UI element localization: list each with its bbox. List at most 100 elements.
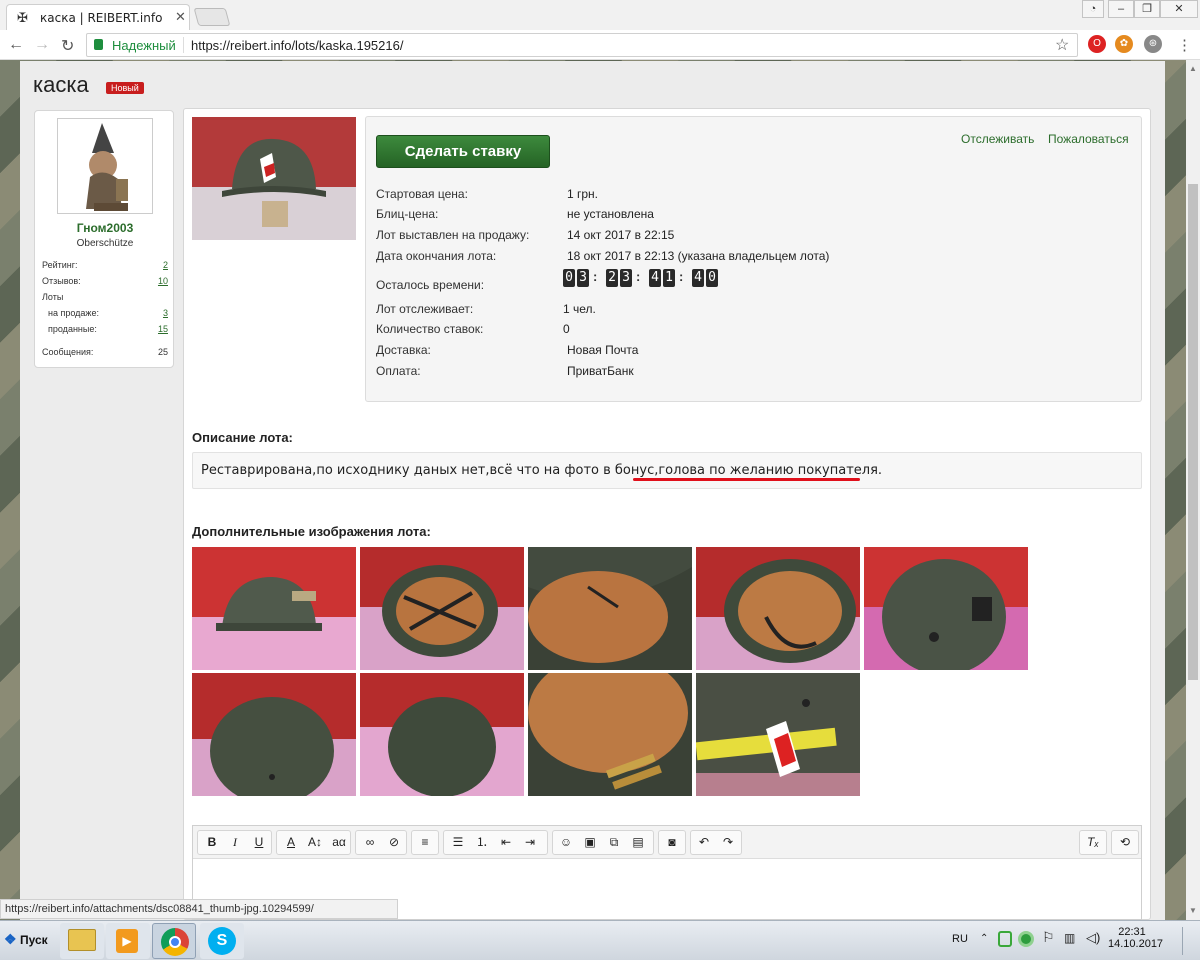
- timer-digit: 4: [692, 269, 704, 287]
- chrome-taskbar-button[interactable]: [152, 923, 196, 959]
- numbered-list-icon[interactable]: ⒈: [471, 832, 493, 853]
- camera-icon[interactable]: ◙: [661, 832, 683, 853]
- minimize-button[interactable]: –: [1108, 0, 1134, 18]
- lot-thumbnail[interactable]: [696, 673, 860, 796]
- avatar[interactable]: [57, 118, 153, 214]
- toggle-mode-icon[interactable]: ⟲: [1114, 832, 1136, 853]
- stat-messages: Сообщения: 25: [42, 347, 168, 357]
- profile-icon[interactable]: ◔: [1082, 0, 1104, 18]
- skype-taskbar-button[interactable]: S: [200, 923, 244, 959]
- play-icon: ▶: [116, 929, 138, 953]
- language-indicator[interactable]: RU: [952, 933, 968, 945]
- smiley-icon[interactable]: ☺: [555, 832, 577, 853]
- field-label: Доставка:: [376, 343, 431, 357]
- font-family-icon[interactable]: aα: [328, 832, 350, 853]
- delivery: Новая Почта: [567, 343, 639, 357]
- field-label: Блиц-цена:: [376, 207, 439, 221]
- sync-extension-icon[interactable]: ⊛: [1144, 35, 1162, 53]
- place-bid-button[interactable]: Сделать ставку: [376, 135, 550, 168]
- bold-icon[interactable]: B: [201, 832, 223, 853]
- lot-thumbnail[interactable]: [360, 673, 524, 796]
- media-icon[interactable]: ⧉: [603, 832, 625, 853]
- lot-thumbnail[interactable]: [528, 547, 692, 670]
- url-text[interactable]: https://reibert.info/lots/kaska.195216/: [191, 38, 403, 53]
- explorer-taskbar-button[interactable]: [60, 923, 104, 959]
- scroll-down-icon[interactable]: ▼: [1189, 906, 1197, 915]
- bullet-list-icon[interactable]: ☰: [447, 832, 469, 853]
- stat-value[interactable]: 10: [158, 276, 168, 286]
- forward-icon[interactable]: →: [34, 36, 50, 54]
- scroll-up-icon[interactable]: ▲: [1189, 64, 1197, 73]
- volume-icon[interactable]: ◁): [1086, 930, 1100, 946]
- field-label: Количество ставок:: [376, 322, 484, 336]
- reload-icon[interactable]: ↻: [61, 36, 74, 56]
- timer-colon: :: [636, 269, 641, 284]
- report-link[interactable]: Пожаловаться: [1048, 132, 1129, 146]
- remove-format-icon[interactable]: Tₓ: [1082, 832, 1104, 853]
- power-icon[interactable]: ▥: [1064, 931, 1075, 945]
- tray-network-app-icon[interactable]: [1018, 931, 1034, 947]
- address-bar[interactable]: Надежный https://reibert.info/lots/kaska…: [86, 33, 1078, 57]
- opera-extension-icon[interactable]: O: [1088, 35, 1106, 53]
- lot-thumbnail[interactable]: [528, 673, 692, 796]
- close-tab-icon[interactable]: ✕: [175, 9, 186, 25]
- restore-button[interactable]: ❐: [1134, 0, 1160, 18]
- scrollbar-thumb[interactable]: [1188, 184, 1198, 680]
- watchers: 1 чел.: [563, 302, 596, 316]
- stat-sold: проданные: 15: [42, 324, 168, 334]
- show-desktop-button[interactable]: [1182, 927, 1198, 955]
- page-scrollbar[interactable]: ▲ ▼: [1186, 60, 1200, 920]
- timer-digit: 2: [606, 269, 618, 287]
- clock-date: 14.10.2017: [1108, 938, 1164, 950]
- link-icon[interactable]: ∞: [359, 832, 381, 853]
- lot-thumbnail[interactable]: [696, 547, 860, 670]
- lot-main-image[interactable]: [192, 117, 356, 240]
- watch-link[interactable]: Отслеживать: [961, 132, 1034, 146]
- lot-thumbnail[interactable]: [192, 673, 356, 796]
- indent-icon[interactable]: ⇥: [519, 832, 541, 853]
- stat-value[interactable]: 3: [163, 308, 168, 318]
- action-center-flag-icon[interactable]: ⚐: [1042, 929, 1055, 946]
- align-icon[interactable]: ≡: [414, 832, 436, 853]
- unlink-icon[interactable]: ⊘: [383, 832, 405, 853]
- outdent-icon[interactable]: ⇤: [495, 832, 517, 853]
- chrome-icon-center: [169, 936, 181, 948]
- end-date: 18 окт 2017 в 22:13 (указана владельцем …: [567, 249, 830, 263]
- lot-thumbnail[interactable]: [360, 547, 524, 670]
- additional-images-heading: Дополнительные изображения лота:: [192, 524, 431, 539]
- media-player-taskbar-button[interactable]: ▶: [106, 923, 150, 959]
- back-icon[interactable]: ←: [8, 36, 24, 54]
- stat-label: проданные:: [48, 324, 97, 334]
- seller-name[interactable]: Гном2003: [35, 221, 175, 235]
- tray-app-icon[interactable]: [998, 931, 1012, 947]
- image-icon[interactable]: ▣: [579, 832, 601, 853]
- close-window-button[interactable]: ✕: [1160, 0, 1198, 18]
- font-size-icon[interactable]: A↕: [304, 832, 326, 853]
- redo-icon[interactable]: ↷: [717, 832, 739, 853]
- description-box: Реставрирована,по исходнику даных нет,вс…: [192, 452, 1142, 489]
- red-underline-annotation: [633, 478, 860, 481]
- start-button[interactable]: ❖ Пуск: [2, 927, 54, 955]
- text-color-icon[interactable]: A: [280, 832, 302, 853]
- stat-reviews: Отзывов: 10: [42, 276, 168, 286]
- tray-expand-icon[interactable]: ⌃: [980, 933, 988, 944]
- italic-icon[interactable]: I: [224, 832, 246, 853]
- timer-digit: 0: [706, 269, 718, 287]
- undo-icon[interactable]: ↶: [693, 832, 715, 853]
- field-label: Оплата:: [376, 364, 421, 378]
- quote-icon[interactable]: ▤: [627, 832, 649, 853]
- lot-thumbnail[interactable]: [864, 547, 1028, 670]
- system-clock[interactable]: 22:31 14.10.2017: [1108, 926, 1164, 950]
- new-tab-button[interactable]: [193, 8, 231, 26]
- underline-icon[interactable]: U: [248, 832, 270, 853]
- site-favicon-icon: ✠: [17, 10, 28, 25]
- start-label: Пуск: [20, 933, 48, 947]
- browser-tab[interactable]: ✠ каска | REIBERT.info ✕: [6, 4, 190, 30]
- colorful-extension-icon[interactable]: ✿: [1115, 35, 1133, 53]
- lot-thumbnail[interactable]: [192, 547, 356, 670]
- stat-value[interactable]: 15: [158, 324, 168, 334]
- stat-value[interactable]: 2: [163, 260, 168, 270]
- bookmark-star-icon[interactable]: ☆: [1055, 35, 1069, 55]
- menu-icon[interactable]: ⋮: [1177, 36, 1192, 54]
- page-title: каска: [33, 72, 89, 97]
